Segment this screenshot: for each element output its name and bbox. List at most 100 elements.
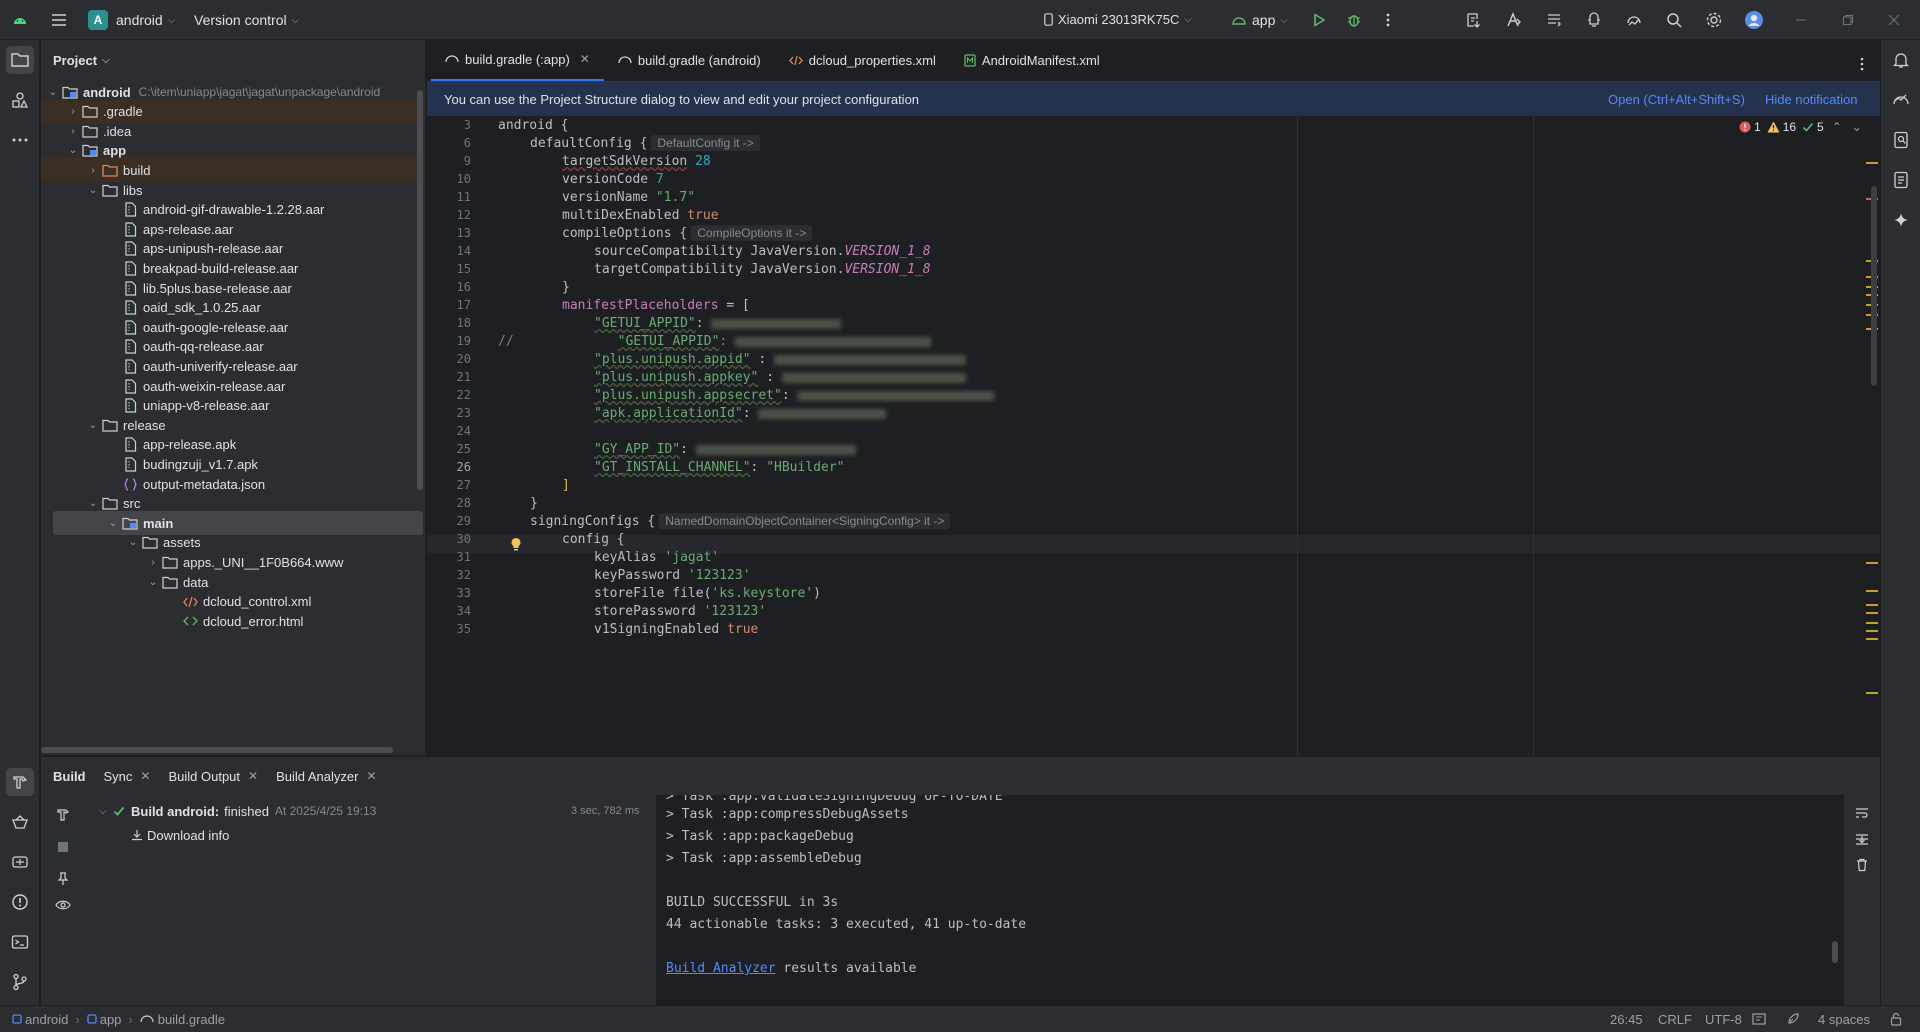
notifications-bell-icon[interactable] [1887, 46, 1915, 74]
breadcrumb-item[interactable]: app [100, 1012, 122, 1027]
stripe-marker[interactable] [1866, 692, 1878, 694]
build-console[interactable]: > Task :app:validateSigningDebug UP-TO-D… [656, 795, 1880, 1006]
vertical-scrollbar[interactable] [417, 90, 423, 490]
bottom-tab[interactable]: Build Output ✕ [168, 769, 258, 784]
bottom-tab[interactable]: Build Analyzer ✕ [276, 769, 376, 784]
chevron-down-icon[interactable]: ⌄ [85, 420, 101, 431]
editor-tab[interactable]: dcloud_properties.xml [775, 39, 950, 81]
code-editor[interactable]: 3 6 9 10 11 12 13 14 15 16 17 18 19 20 21 22 23 24 25 26 27 2… [427, 116, 1880, 755]
settings-gear-icon[interactable] [1700, 6, 1728, 34]
more-tools-icon[interactable] [6, 126, 34, 154]
lock-icon[interactable] [1890, 1012, 1902, 1026]
power-save-icon[interactable] [1786, 1012, 1800, 1026]
next-highlight-icon[interactable]: ⌄ [1852, 120, 1862, 134]
logcat-icon[interactable] [6, 848, 34, 876]
gradle-tasks-icon[interactable] [1887, 86, 1915, 114]
project-widget[interactable]: A android ⌵ [88, 10, 175, 30]
build-result-row[interactable]: ⌵ Build android: finished At 2025/4/25 1… [95, 800, 575, 822]
stripe-marker[interactable] [1866, 638, 1878, 640]
chevron-down-icon[interactable]: ⌄ [45, 87, 61, 98]
project-tool-button[interactable] [6, 46, 34, 74]
chevron-down-icon[interactable]: ⌄ [85, 498, 101, 509]
stripe-marker[interactable] [1866, 562, 1878, 564]
close-icon[interactable]: ✕ [580, 52, 590, 66]
device-manager-icon[interactable] [1580, 6, 1608, 34]
chevron-down-icon[interactable]: ⌄ [145, 577, 161, 588]
apply-changes-icon[interactable] [1460, 6, 1488, 34]
trash-clear-icon[interactable] [1848, 851, 1876, 879]
soft-wrap-icon[interactable] [1848, 799, 1876, 827]
tree-item[interactable]: dcloud_error.html [41, 609, 425, 633]
gemini-sparkle-icon[interactable] [1887, 206, 1915, 234]
caret-position[interactable]: 26:45 [1610, 1012, 1643, 1027]
hide-notification-link[interactable]: Hide notification [1765, 92, 1858, 107]
close-icon[interactable]: ✕ [140, 769, 150, 783]
breadcrumb-item[interactable]: build.gradle [158, 1012, 225, 1027]
vcs-widget[interactable]: Version control ⌵ [194, 12, 299, 28]
bottom-tab[interactable]: Build [53, 769, 86, 784]
previous-highlight-icon[interactable]: ⌃ [1832, 120, 1842, 134]
chevron-right-icon[interactable]: › [145, 557, 161, 568]
stripe-marker[interactable] [1866, 604, 1878, 606]
problems-icon[interactable] [6, 888, 34, 916]
gradle-icon[interactable] [6, 808, 34, 836]
main-menu-button[interactable] [45, 6, 73, 34]
sync-project-icon[interactable] [1540, 6, 1568, 34]
stripe-marker[interactable] [1866, 630, 1878, 632]
git-branch-icon[interactable] [6, 968, 34, 996]
device-explorer-icon[interactable] [1887, 166, 1915, 194]
run-button[interactable] [1305, 6, 1333, 34]
horizontal-scrollbar[interactable] [41, 747, 393, 753]
indent-setting[interactable]: 4 spaces [1818, 1012, 1870, 1027]
stripe-marker[interactable] [1866, 590, 1878, 592]
more-actions-icon[interactable] [1374, 6, 1402, 34]
debug-button[interactable] [1340, 6, 1368, 34]
maximize-window-button[interactable] [1834, 6, 1862, 34]
eye-filter-icon[interactable] [49, 891, 77, 919]
download-info-row[interactable]: Download info [131, 824, 229, 846]
terminal-icon[interactable] [6, 928, 34, 956]
tab-actions-menu-icon[interactable] [1848, 50, 1876, 78]
apply-code-changes-icon[interactable] [1500, 6, 1528, 34]
bottom-tab[interactable]: Sync ✕ [104, 769, 151, 784]
line-separator[interactable]: CRLF [1658, 1012, 1692, 1027]
intention-bulb-icon[interactable] [510, 537, 522, 551]
editor-tab[interactable]: build.gradle (:app) ✕ [431, 39, 604, 81]
chevron-right-icon[interactable]: › [85, 165, 101, 176]
chevron-right-icon[interactable]: › [65, 126, 81, 137]
close-window-button[interactable] [1880, 6, 1908, 34]
stripe-marker[interactable] [1866, 612, 1878, 614]
editor-vertical-scrollbar[interactable] [1871, 186, 1877, 386]
inspection-widget[interactable]: 1 16 5 ⌃ ⌄ [1739, 120, 1862, 134]
device-selector[interactable]: Xiaomi 23013RK75C ⌵ [1044, 12, 1192, 27]
rebuild-hammer-icon[interactable] [49, 801, 77, 829]
search-icon[interactable] [1660, 6, 1688, 34]
close-icon[interactable]: ✕ [366, 769, 376, 783]
build-tool-button[interactable] [6, 768, 34, 796]
minimize-window-button[interactable] [1787, 6, 1815, 34]
console-scrollbar[interactable] [1832, 941, 1838, 963]
stripe-marker[interactable] [1866, 622, 1878, 624]
resource-manager-icon[interactable] [6, 86, 34, 114]
chevron-down-icon[interactable]: ⌄ [85, 185, 101, 196]
pin-icon[interactable] [49, 865, 77, 893]
project-view-selector[interactable]: Project ⌵ [41, 40, 425, 80]
close-icon[interactable]: ✕ [248, 769, 258, 783]
run-config-selector[interactable]: app ⌵ [1232, 12, 1288, 28]
running-devices-icon[interactable] [1620, 6, 1648, 34]
open-project-structure-link[interactable]: Open (Ctrl+Alt+Shift+S) [1608, 92, 1745, 107]
chevron-down-icon[interactable]: ⌄ [125, 537, 141, 548]
chevron-down-icon[interactable]: ⌄ [105, 518, 121, 529]
stripe-marker[interactable] [1866, 162, 1878, 164]
editor-tab[interactable]: build.gradle (android) [604, 39, 775, 81]
chevron-down-icon[interactable]: ⌄ [65, 145, 81, 156]
breadcrumb-item[interactable]: android [25, 1012, 68, 1027]
file-encoding[interactable]: UTF-8 [1705, 1012, 1742, 1027]
scroll-to-end-icon[interactable] [1848, 825, 1876, 853]
device-file-explorer-icon[interactable] [1887, 126, 1915, 154]
readonly-toggle-icon[interactable] [1752, 1013, 1766, 1025]
user-avatar-icon[interactable] [1740, 6, 1768, 34]
editor-tab[interactable]: AndroidManifest.xml [950, 39, 1114, 81]
stop-build-icon[interactable] [49, 833, 77, 861]
build-analyzer-link[interactable]: Build Analyzer [666, 961, 776, 976]
